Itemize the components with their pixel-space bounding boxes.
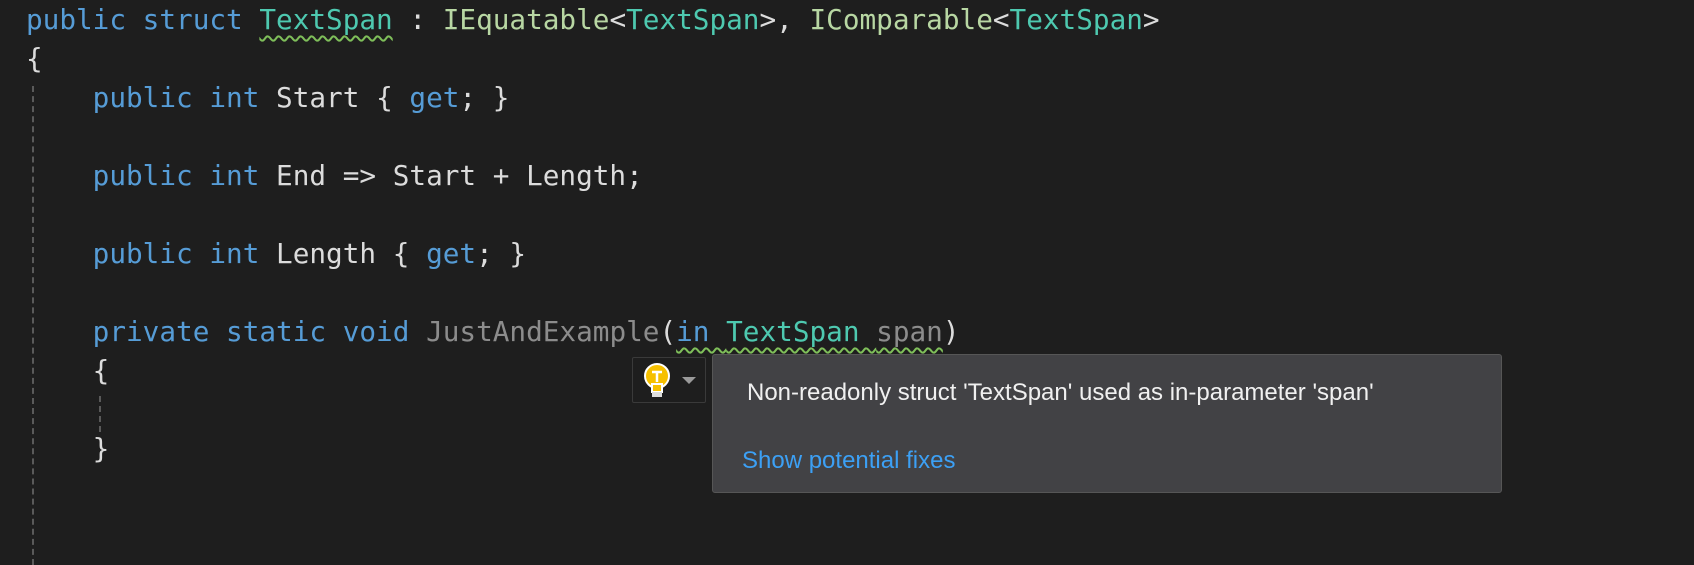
code-token: ( [659, 315, 677, 348]
show-potential-fixes-link[interactable]: Show potential fixes [742, 447, 955, 475]
code-token: < [609, 3, 627, 36]
code-token: public int [26, 159, 277, 192]
code-token: get [409, 81, 460, 114]
code-line[interactable]: private static void JustAndExample(in Te… [26, 312, 960, 351]
code-line[interactable]: { [26, 351, 110, 390]
code-token: private static void [26, 315, 427, 348]
code-token: TextSpan [626, 3, 760, 36]
code-token: { [26, 354, 110, 387]
code-token: ; } [476, 237, 527, 270]
code-token: } [26, 432, 110, 465]
code-token: in [676, 315, 727, 348]
code-token: ) [942, 315, 960, 348]
code-token: IComparable [809, 3, 993, 36]
code-token: public struct [26, 3, 260, 36]
code-token: public int [26, 237, 277, 270]
code-line[interactable]: public int Length { get; } [26, 234, 526, 273]
code-token: TextSpan [1009, 3, 1143, 36]
code-line[interactable]: public struct TextSpan : IEquatable<Text… [26, 0, 1160, 39]
code-line[interactable]: public int End => Start + Length; [26, 156, 643, 195]
code-token: Start { [276, 81, 410, 114]
chevron-down-icon[interactable] [682, 377, 696, 385]
indent-guide [99, 396, 101, 432]
code-token: ; } [459, 81, 510, 114]
lightbulb-button[interactable] [632, 357, 706, 403]
code-token: JustAndExample [426, 315, 660, 348]
code-token: IEquatable [442, 3, 610, 36]
diagnostic-tooltip: Non-readonly struct 'TextSpan' used as i… [712, 354, 1502, 493]
code-line[interactable]: public int Start { get; } [26, 78, 510, 117]
code-token: < [992, 3, 1010, 36]
code-token: : [392, 3, 443, 36]
code-token: public int [26, 81, 277, 114]
code-token: Length { [276, 237, 427, 270]
lightbulb-icon [644, 363, 670, 397]
code-token: > [1142, 3, 1160, 36]
code-token: TextSpan [259, 3, 393, 36]
code-token: { [26, 42, 43, 75]
code-token: span [876, 315, 943, 348]
code-line[interactable]: } [26, 429, 110, 468]
code-token: get [426, 237, 477, 270]
code-token: >, [759, 3, 810, 36]
code-token: End => Start + Length; [276, 159, 643, 192]
code-token: TextSpan [726, 315, 877, 348]
code-line[interactable]: { [26, 39, 43, 78]
diagnostic-message: Non-readonly struct 'TextSpan' used as i… [747, 379, 1374, 406]
